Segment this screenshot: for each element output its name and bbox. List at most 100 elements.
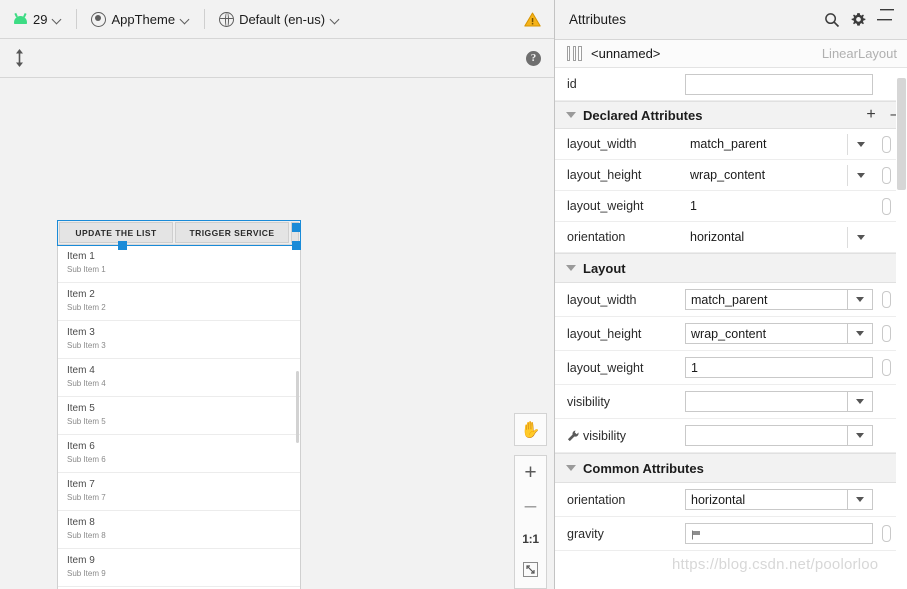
attribute-value[interactable]: wrap_content: [685, 323, 847, 344]
attribute-field[interactable]: [685, 391, 873, 412]
list-item-title: Item 5: [67, 403, 95, 414]
zoom-in-button[interactable]: +: [515, 456, 546, 489]
selection-handle-bottom-right[interactable]: [292, 241, 301, 250]
attribute-value[interactable]: match_parent: [685, 133, 847, 155]
component-name: <unnamed>: [591, 46, 661, 61]
selected-component-row[interactable]: <unnamed> LinearLayout: [555, 40, 907, 68]
resource-picker-button[interactable]: [882, 359, 891, 376]
preview-list-scrollbar[interactable]: [296, 371, 299, 443]
render-warnings-button[interactable]: [519, 7, 546, 31]
linear-layout-icon: [567, 46, 583, 61]
orientation-toggle-button[interactable]: [8, 46, 31, 70]
attribute-field[interactable]: match_parent: [685, 133, 873, 155]
list-item[interactable]: Item 2 Sub Item 2: [58, 283, 300, 321]
attribute-row-id[interactable]: id: [555, 68, 907, 101]
attribute-row-declared-orientation[interactable]: orientation horizontal: [555, 222, 907, 253]
attribute-field[interactable]: [685, 425, 873, 446]
attribute-row-layout-weight[interactable]: layout_weight 1: [555, 351, 907, 385]
attribute-row-common-gravity[interactable]: gravity: [555, 517, 907, 551]
pan-tool-button[interactable]: ✋: [514, 413, 547, 446]
section-header-common-attributes[interactable]: Common Attributes: [555, 453, 907, 483]
resource-picker-button[interactable]: [882, 525, 891, 542]
section-header-declared-attributes[interactable]: Declared Attributes + –: [555, 101, 907, 129]
attribute-field[interactable]: horizontal: [685, 226, 873, 248]
attribute-row-visibility[interactable]: visibility: [555, 385, 907, 419]
gear-icon[interactable]: [845, 7, 871, 33]
resource-picker-button[interactable]: [882, 166, 891, 184]
locale-selector[interactable]: Default (en-us): [214, 7, 345, 31]
design-canvas[interactable]: UPDATE THE LIST TRIGGER SERVICE Item 1 S…: [0, 78, 554, 589]
actual-size-button[interactable]: 1:1: [515, 522, 546, 555]
attribute-field[interactable]: match_parent: [685, 289, 873, 310]
attribute-row-declared-layout-height[interactable]: layout_height wrap_content: [555, 160, 907, 191]
attribute-row-declared-layout-width[interactable]: layout_width match_parent: [555, 129, 907, 160]
plus-icon: +: [524, 461, 537, 484]
dropdown-button[interactable]: [847, 164, 873, 186]
attribute-row-layout-width[interactable]: layout_width match_parent: [555, 283, 907, 317]
list-item-subtitle: Sub Item 2: [67, 303, 106, 312]
attribute-value[interactable]: horizontal: [685, 226, 847, 248]
theme-contrast-icon: [91, 11, 107, 27]
attribute-field[interactable]: 1: [685, 357, 873, 378]
dropdown-button[interactable]: [847, 323, 873, 344]
attribute-row-layout-height[interactable]: layout_height wrap_content: [555, 317, 907, 351]
attribute-field[interactable]: horizontal: [685, 489, 873, 510]
list-item[interactable]: Item 5 Sub Item 5: [58, 397, 300, 435]
attributes-list[interactable]: id Declared Attributes + – layout_width …: [555, 68, 907, 589]
gravity-value[interactable]: [685, 523, 873, 544]
resource-picker-button[interactable]: [882, 197, 891, 215]
preview-list[interactable]: Item 1 Sub Item 1 Item 2 Sub Item 2 Item…: [58, 245, 300, 589]
attribute-value[interactable]: match_parent: [685, 289, 847, 310]
attribute-value[interactable]: 1: [685, 357, 873, 378]
list-item[interactable]: Item 9 Sub Item 9: [58, 549, 300, 587]
dropdown-button[interactable]: [847, 489, 873, 510]
dropdown-button[interactable]: [847, 133, 873, 155]
selection-handle-bottom[interactable]: [118, 241, 127, 250]
attribute-field[interactable]: wrap_content: [685, 164, 873, 186]
id-input[interactable]: [685, 73, 873, 95]
dropdown-button[interactable]: [847, 289, 873, 310]
list-item[interactable]: Item 8 Sub Item 8: [58, 511, 300, 549]
list-item[interactable]: Item 7 Sub Item 7: [58, 473, 300, 511]
attribute-value[interactable]: wrap_content: [685, 164, 847, 186]
attributes-scrollbar-thumb[interactable]: [897, 78, 906, 190]
list-item-subtitle: Sub Item 4: [67, 379, 106, 388]
attribute-value[interactable]: horizontal: [685, 489, 847, 510]
list-item[interactable]: Item 4 Sub Item 4: [58, 359, 300, 397]
zoom-to-fit-button[interactable]: [515, 555, 546, 588]
attribute-value[interactable]: 1: [685, 195, 873, 217]
android-studio-layout-editor: 29 AppTheme Default (en-us) ? UPDATE THE…: [0, 0, 907, 589]
dropdown-button[interactable]: [847, 226, 873, 248]
window-minimize-button[interactable]: [873, 2, 901, 16]
attribute-row-declared-layout-weight[interactable]: layout_weight 1: [555, 191, 907, 222]
attribute-field[interactable]: wrap_content: [685, 323, 873, 344]
preview-button-trigger-service[interactable]: TRIGGER SERVICE: [175, 222, 289, 243]
add-attribute-button[interactable]: +: [859, 103, 883, 127]
list-item[interactable]: Item 3 Sub Item 3: [58, 321, 300, 359]
attribute-value[interactable]: [685, 425, 847, 446]
device-preview[interactable]: UPDATE THE LIST TRIGGER SERVICE Item 1 S…: [57, 220, 301, 589]
attribute-label: visibility: [583, 428, 627, 443]
selection-handle-top-right[interactable]: [292, 223, 301, 232]
attribute-field[interactable]: [685, 523, 873, 544]
attribute-value[interactable]: [685, 391, 847, 412]
list-item[interactable]: Item 6 Sub Item 6: [58, 435, 300, 473]
attribute-field[interactable]: [685, 73, 873, 95]
attribute-row-common-orientation[interactable]: orientation horizontal: [555, 483, 907, 517]
dropdown-button[interactable]: [847, 425, 873, 446]
attribute-field[interactable]: 1: [685, 195, 873, 217]
preview-button-update-the-list[interactable]: UPDATE THE LIST: [59, 222, 173, 243]
resource-picker-button[interactable]: [882, 325, 891, 342]
resource-picker-button[interactable]: [882, 135, 891, 153]
section-header-layout[interactable]: Layout: [555, 253, 907, 283]
dropdown-button[interactable]: [847, 391, 873, 412]
api-level-selector[interactable]: 29: [8, 7, 67, 31]
zoom-out-button[interactable]: –: [515, 489, 546, 522]
resource-picker-button[interactable]: [882, 291, 891, 308]
theme-selector[interactable]: AppTheme: [86, 7, 195, 31]
list-item[interactable]: Item 1 Sub Item 1: [58, 245, 300, 283]
search-icon[interactable]: [819, 7, 845, 33]
attribute-row-tools-visibility[interactable]: visibility: [555, 419, 907, 453]
zoom-controls-group: + – 1:1: [514, 455, 547, 589]
help-button[interactable]: ?: [521, 46, 546, 70]
